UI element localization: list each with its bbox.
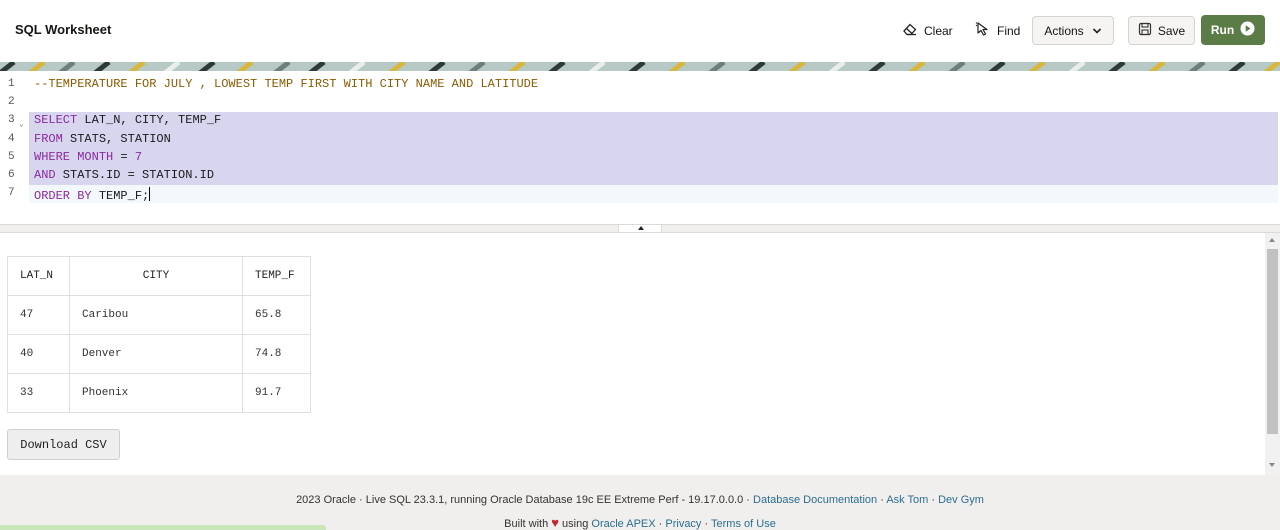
save-button[interactable]: Save: [1128, 16, 1195, 45]
line-number: 3: [8, 114, 15, 126]
keyword: WHERE: [34, 150, 71, 164]
sql-worksheet-page: SQL Worksheet Clear Find Actions Save Ru…: [0, 0, 1280, 530]
loading-progress-bar: [0, 525, 326, 530]
line-number: 2: [8, 96, 15, 108]
keyword: AND: [34, 168, 56, 182]
dev-gym-link[interactable]: Dev Gym: [938, 494, 984, 506]
header-bar: SQL Worksheet Clear Find Actions Save Ru…: [0, 0, 1280, 60]
fold-arrow-icon[interactable]: ⌄: [19, 119, 24, 129]
code-line-from: FROM STATS, STATION: [34, 132, 171, 146]
footer: 2023 Oracle · Live SQL 23.3.1, running O…: [0, 475, 1280, 530]
find-label: Find: [997, 23, 1021, 38]
text-cursor: [149, 187, 151, 201]
actions-label: Actions: [1044, 23, 1084, 38]
results-pane: LAT_N CITY TEMP_F 47 Caribou 65.8 40 Den…: [0, 233, 1264, 475]
line-number: 6: [8, 169, 15, 181]
code-text: LAT_N, CITY, TEMP_F: [77, 113, 222, 127]
code-line-select: SELECT LAT_N, CITY, TEMP_F: [34, 113, 221, 127]
table-cell: 33: [7, 373, 70, 413]
keyword: SELECT: [34, 113, 78, 127]
line-number-gutter: 1 2 3 4 5 6 7 ⌄: [0, 71, 29, 224]
run-label: Run: [1210, 23, 1235, 37]
keyword: BY: [70, 189, 92, 203]
play-icon: [1240, 21, 1255, 39]
sql-editor[interactable]: 1 2 3 4 5 6 7 ⌄ --TEMPERATURE FOR JULY ,…: [0, 71, 1280, 224]
chevron-down-icon: [1092, 24, 1102, 38]
clear-label: Clear: [924, 23, 953, 38]
footer-info-line: 2023 Oracle · Live SQL 23.3.1, running O…: [0, 494, 1280, 506]
ask-tom-link[interactable]: Ask Tom: [886, 494, 928, 506]
column-header: LAT_N: [7, 256, 70, 296]
page-title: SQL Worksheet: [15, 22, 112, 37]
oracle-apex-link[interactable]: Oracle APEX: [591, 518, 655, 530]
separator: ·: [877, 494, 887, 506]
number-literal: 7: [134, 150, 143, 164]
run-button[interactable]: Run: [1201, 15, 1265, 45]
clear-button[interactable]: Clear: [902, 16, 953, 45]
built-with-text: Built with: [504, 518, 552, 530]
footer-version-text: 2023 Oracle · Live SQL 23.3.1, running O…: [296, 494, 754, 506]
using-text: using: [558, 518, 592, 530]
heart-icon: ♥: [551, 515, 559, 530]
line-number: 7: [8, 187, 15, 199]
code-line-comment: --TEMPERATURE FOR JULY , LOWEST TEMP FIR…: [34, 77, 539, 91]
column-header: CITY: [69, 256, 243, 296]
table-cell: 74.8: [242, 334, 311, 374]
eraser-icon: [902, 22, 918, 39]
keyword: MONTH: [70, 150, 114, 164]
separator: ·: [655, 518, 666, 530]
table-cell: Caribou: [69, 295, 243, 335]
line-number: 5: [8, 151, 15, 163]
code-text: STATS, STATION: [62, 132, 171, 146]
find-button[interactable]: Find: [975, 16, 1020, 45]
terms-of-use-link[interactable]: Terms of Use: [711, 518, 776, 530]
collapse-handle[interactable]: [618, 225, 662, 233]
code-text: TEMP_F;: [91, 189, 150, 203]
pane-splitter[interactable]: [0, 224, 1280, 233]
table-cell: Denver: [69, 334, 243, 374]
database-documentation-link[interactable]: Database Documentation: [753, 494, 877, 506]
separator: ·: [928, 494, 939, 506]
keyword: FROM: [34, 132, 63, 146]
code-line-order: ORDER BY TEMP_F;: [34, 187, 151, 203]
code-text: STATS.ID = STATION.ID: [55, 168, 215, 182]
table-row: 40 Denver 74.8: [7, 334, 311, 374]
line-number: 4: [8, 133, 15, 145]
save-label: Save: [1157, 23, 1186, 38]
code-text: =: [113, 150, 135, 164]
scroll-down-arrow-icon[interactable]: [1269, 463, 1275, 467]
table-cell: Phoenix: [69, 373, 243, 413]
column-header: TEMP_F: [242, 256, 311, 296]
results-scrollbar[interactable]: [1265, 233, 1280, 475]
save-icon: [1138, 22, 1152, 39]
table-row: 33 Phoenix 91.7: [7, 373, 311, 413]
download-csv-button[interactable]: Download CSV: [7, 429, 120, 460]
table-cell: 47: [7, 295, 70, 335]
privacy-link[interactable]: Privacy: [665, 518, 701, 530]
current-line-highlight: [29, 185, 1278, 203]
table-cell: 91.7: [242, 373, 311, 413]
actions-menu-button[interactable]: Actions: [1032, 16, 1114, 45]
table-cell: 40: [7, 334, 70, 374]
line-number: 1: [8, 78, 15, 90]
table-cell: 65.8: [242, 295, 311, 335]
code-line-where: WHERE MONTH = 7: [34, 150, 142, 164]
separator: ·: [701, 518, 712, 530]
decorative-pattern-band: [0, 60, 1280, 71]
table-row: 47 Caribou 65.8: [7, 295, 311, 335]
keyword: ORDER: [34, 189, 71, 203]
scrollbar-thumb[interactable]: [1267, 249, 1278, 434]
table-header-row: LAT_N CITY TEMP_F: [7, 256, 311, 296]
results-table: LAT_N CITY TEMP_F 47 Caribou 65.8 40 Den…: [7, 256, 311, 413]
code-line-and: AND STATS.ID = STATION.ID: [34, 168, 214, 182]
find-cursor-icon: [975, 21, 991, 40]
scroll-up-arrow-icon[interactable]: [1269, 238, 1275, 242]
